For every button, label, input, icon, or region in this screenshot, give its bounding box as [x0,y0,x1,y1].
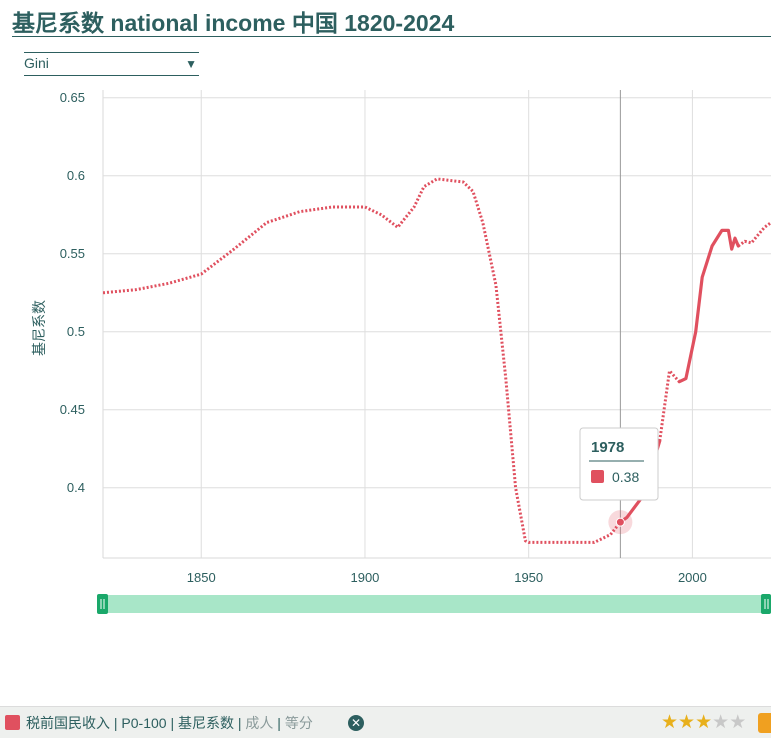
x-tick-labels: 1850 1900 1950 2000 [187,570,707,585]
data-quality-rating: ★★★★★ [661,711,746,734]
star-icon: ★ [712,712,730,733]
tooltip-year: 1978 [591,439,624,456]
remove-series-icon[interactable]: ✕ [348,715,364,731]
x-tick-label: 1950 [514,570,543,585]
tooltip: 1978 0.38 [579,427,659,535]
hover-point [615,517,625,527]
x-tick-label: 1850 [187,570,216,585]
info-button[interactable] [758,713,771,733]
y-tick-labels: 0.4 0.45 0.5 0.55 0.6 0.65 [60,90,85,495]
navigator-handle-right[interactable] [761,594,771,614]
y-tick-label: 0.4 [67,480,85,495]
y-tick-label: 0.65 [60,90,85,105]
chevron-down-icon: ▼ [185,57,197,71]
legend-swatch [5,715,20,730]
indicator-select-value: Gini [24,55,49,71]
title-divider [12,36,771,37]
legend-bar: 税前国民收入 | P0-100 | 基尼系数 | 成人 | 等分 ✕ ★★★★★ [0,706,771,738]
star-icon: ★ [695,712,713,733]
navigator-range[interactable] [98,595,771,613]
page-title: 基尼系数 national income 中国 1820-2024 [12,10,455,36]
x-tick-label: 1900 [350,570,379,585]
x-tick-label: 2000 [678,570,707,585]
star-icon: ★ [729,712,747,733]
horizontal-gridlines [103,97,771,489]
y-tick-label: 0.6 [67,168,85,183]
indicator-select[interactable]: Gini ▼ [24,52,199,76]
tooltip-value: 0.38 [612,469,639,485]
star-icon: ★ [661,712,679,733]
tooltip-swatch [591,470,604,483]
series-line-dotted [737,221,771,248]
series-line-dotted [658,369,681,442]
y-tick-label: 0.45 [60,402,85,417]
legend-label: 税前国民收入 | P0-100 | 基尼系数 | 成人 | 等分 [26,715,313,731]
y-axis-label: 基尼系数 [31,300,47,356]
series-line-solid [677,228,740,384]
y-tick-label: 0.5 [67,324,85,339]
navigator-handle-left[interactable] [97,594,108,614]
gini-line-chart: 0.4 0.45 0.5 0.55 0.6 0.65 1850 1900 1950 2000 基… [31,90,771,614]
y-tick-label: 0.55 [60,246,85,261]
star-icon: ★ [678,712,696,733]
range-navigator[interactable] [97,594,771,614]
